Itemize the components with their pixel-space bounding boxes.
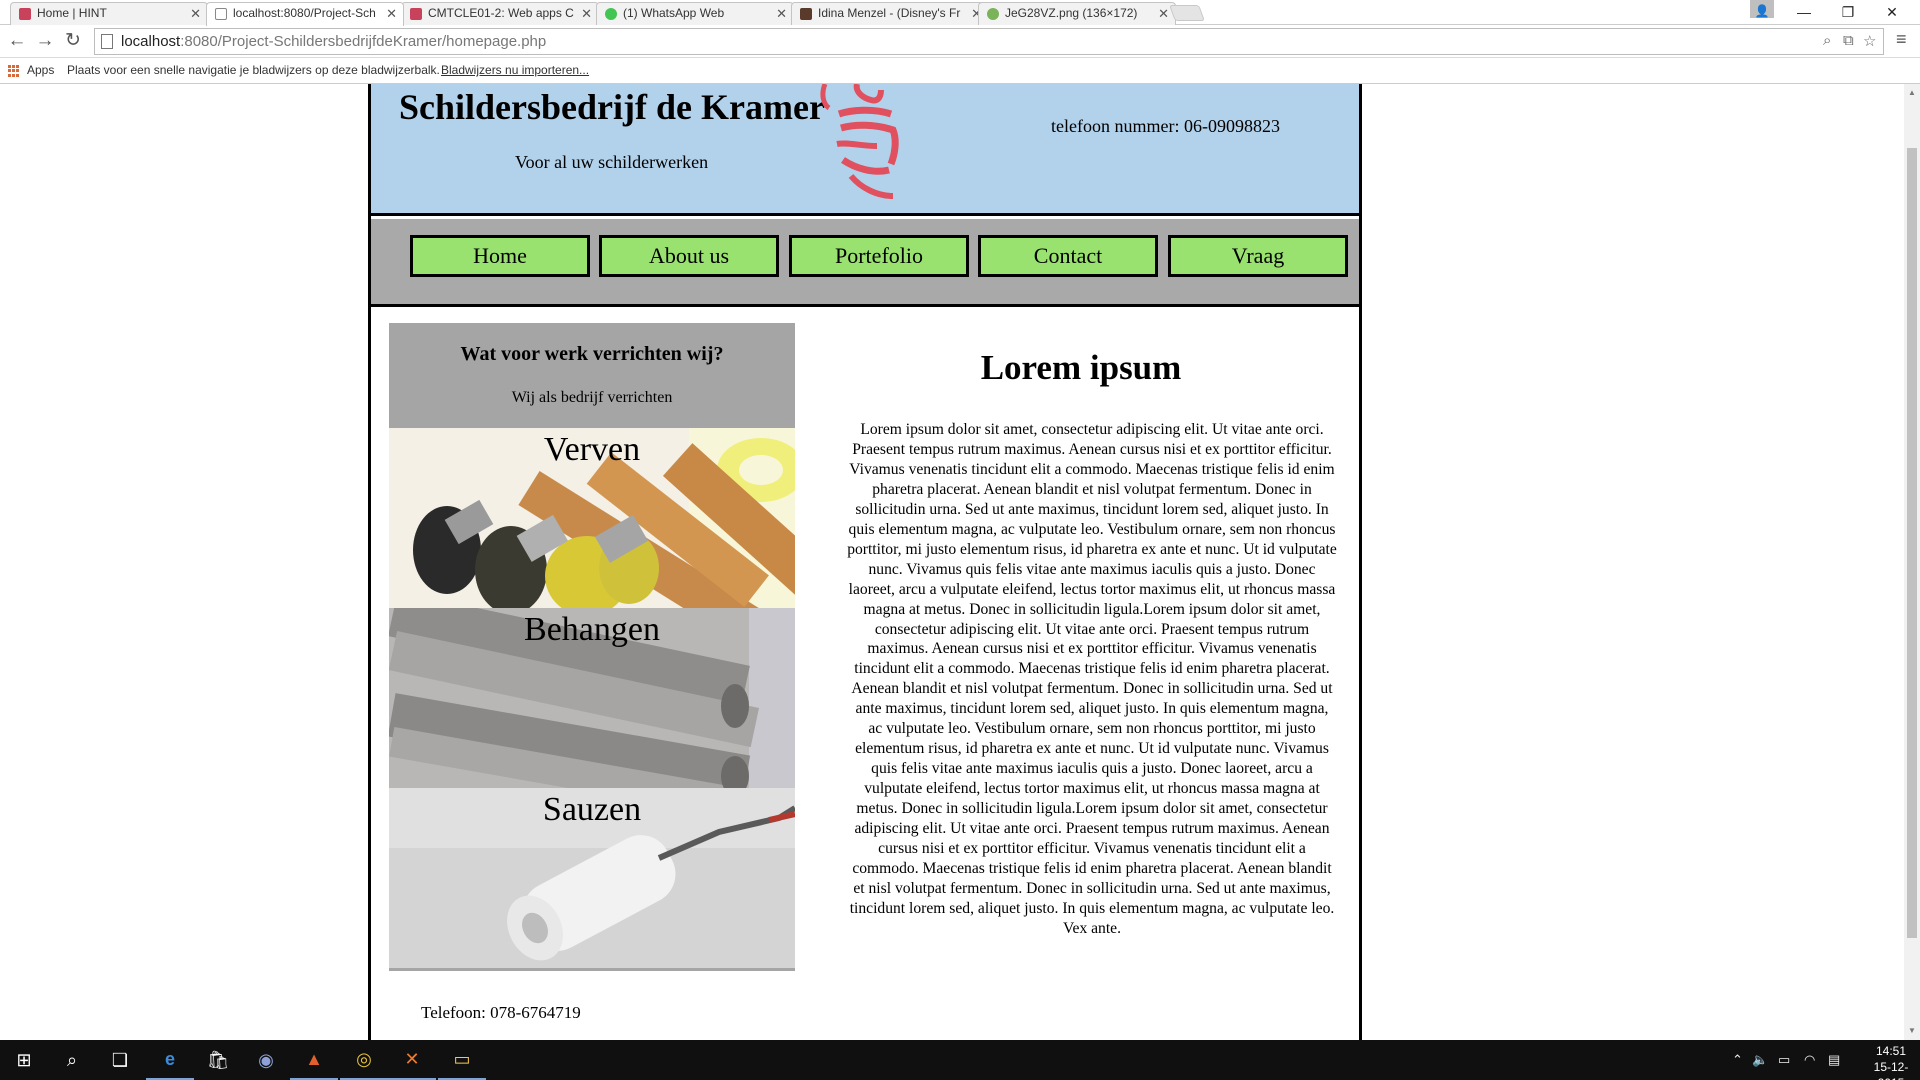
tab-title: Idina Menzel - (Disney's Fr (818, 6, 961, 20)
back-arrow-icon[interactable]: ← (4, 29, 30, 53)
restore-icon[interactable]: ❐ (1826, 0, 1870, 24)
service-behangen-panel: Behangen (389, 608, 795, 788)
site-title: Schildersbedrijf de Kramer (399, 87, 825, 127)
service-verven-label: Verven (543, 431, 641, 468)
close-icon[interactable]: ✕ (581, 3, 592, 24)
close-icon[interactable]: ✕ (190, 3, 201, 24)
services-heading: Wat voor werk verrichten wij? (460, 343, 724, 365)
tab-title: (1) WhatsApp Web (623, 6, 725, 20)
main-navigation: Home About us Portefolio Contact Vraag (371, 219, 1359, 307)
chrome-menu-icon[interactable]: ≡ (1896, 29, 1907, 50)
discord-icon[interactable]: ◉ (242, 1040, 290, 1080)
nav-vraag-button[interactable]: Vraag (1168, 235, 1348, 277)
scrollbar-thumb[interactable] (1907, 148, 1917, 938)
tab-title: JeG28VZ.png (136×172) (1005, 6, 1138, 20)
site-subtitle: Voor al uw schilderwerken (515, 152, 709, 172)
tray-chevron-icon[interactable]: ⌃ (1732, 1052, 1743, 1068)
minimize-icon[interactable]: — (1782, 0, 1826, 24)
zoom-search-icon[interactable]: ⌕ (1823, 32, 1831, 49)
url-host: localhost (121, 33, 181, 50)
nav-about-us-button[interactable]: About us (599, 235, 779, 277)
paint-brush-logo-icon (820, 84, 899, 199)
service-behangen-label: Behangen (524, 611, 660, 648)
close-window-icon[interactable]: ✕ (1870, 0, 1914, 24)
service-verven-panel: Verven (389, 428, 795, 608)
volume-icon[interactable]: 🔈 (1752, 1052, 1768, 1068)
chrome-icon[interactable]: ◎ (340, 1040, 388, 1080)
nav-home-button[interactable]: Home (410, 235, 590, 277)
page-scrollbar[interactable]: ▲ ▼ (1904, 84, 1920, 1040)
service-sauzen-label: Sauzen (542, 791, 642, 828)
whatsapp-icon (605, 8, 617, 20)
header-phone-number: telefoon nummer: 06-09098823 (1051, 116, 1280, 136)
nav-contact-button[interactable]: Contact (978, 235, 1158, 277)
notifications-icon[interactable]: ▤ (1828, 1052, 1840, 1068)
translate-icon[interactable]: ⧉ (1843, 32, 1854, 49)
tab-whatsapp[interactable]: (1) WhatsApp Web ✕ (596, 2, 794, 25)
tab-strip: Home | HINT ✕ localhost:8080/Project-Sch… (0, 0, 1920, 26)
tab-title: CMTCLE01-2: Web apps C (428, 6, 574, 20)
xampp-icon[interactable]: ✕ (388, 1040, 436, 1080)
page-viewport: Schildersbedrijf de Kramer Voor al uw sc… (0, 84, 1904, 1040)
main-heading: Lorem ipsum (980, 348, 1182, 387)
wifi-icon[interactable]: ◠ (1804, 1052, 1815, 1068)
url-path: :8080/Project-SchildersbedrijfdeKramer/h… (180, 33, 547, 50)
scroll-up-icon[interactable]: ▲ (1908, 88, 1916, 97)
metrolyrics-icon (800, 8, 812, 20)
services-sidebar: Wat voor werk verrichten wij? Wij als be… (389, 323, 795, 971)
tab-cmtcle[interactable]: CMTCLE01-2: Web apps C ✕ (401, 2, 599, 25)
task-view-icon[interactable]: ❏ (96, 1040, 144, 1080)
apps-grid-icon[interactable] (8, 65, 20, 77)
page-icon (101, 34, 113, 49)
main-body-text: Lorem ipsum dolor sit amet, consectetur … (847, 421, 1337, 937)
new-tab-button[interactable] (1169, 5, 1205, 21)
url-text[interactable]: localhost:8080/Project-Schildersbedrijfd… (121, 29, 546, 54)
file-explorer-icon[interactable]: ▭ (438, 1040, 486, 1080)
system-clock[interactable]: 14:51 15-12-2015 (1866, 1043, 1916, 1080)
nav-portefolio-button[interactable]: Portefolio (789, 235, 969, 277)
tab-idina-menzel[interactable]: Idina Menzel - (Disney's Fr ✕ (791, 2, 989, 25)
import-bookmarks-link[interactable]: Bladwijzers nu importeren... (441, 63, 589, 77)
store-icon[interactable]: 🛍 (194, 1040, 242, 1080)
scroll-down-icon[interactable]: ▼ (1908, 1026, 1916, 1035)
battery-icon[interactable]: ▭ (1778, 1052, 1790, 1068)
tab-localhost[interactable]: localhost:8080/Project-Sch ✕ (206, 2, 404, 26)
profile-avatar-icon[interactable]: 👤 (1750, 0, 1774, 18)
address-bar[interactable]: localhost:8080/Project-Schildersbedrijfd… (94, 28, 1884, 55)
close-icon[interactable]: ✕ (776, 3, 787, 24)
hint-favicon-icon (410, 8, 422, 20)
browser-toolbar: ← → ↻ localhost:8080/Project-Schildersbe… (0, 25, 1920, 58)
edge-browser-icon[interactable]: e (146, 1040, 194, 1080)
close-icon[interactable]: ✕ (1158, 3, 1169, 24)
services-intro: Wij als bedrijf verrichten (511, 389, 673, 406)
clock-time: 14:51 (1875, 1044, 1907, 1058)
bookmark-star-icon[interactable]: ☆ (1863, 32, 1876, 50)
image-favicon-icon (987, 8, 999, 20)
close-icon[interactable]: ✕ (386, 3, 397, 24)
bookmarks-bar: Apps Plaats voor een snelle navigatie je… (0, 58, 1920, 84)
forward-arrow-icon[interactable]: → (32, 29, 58, 53)
page-favicon-icon (215, 8, 227, 20)
search-icon[interactable]: ⌕ (48, 1040, 96, 1080)
footer-phone-number: Telefoon: 078-6764719 (421, 1003, 581, 1022)
service-sauzen-panel: Sauzen (389, 788, 795, 968)
tab-title: Home | HINT (37, 6, 107, 20)
tab-home-hint[interactable]: Home | HINT ✕ (10, 2, 208, 25)
apps-link[interactable]: Apps (27, 63, 54, 77)
site-header: Schildersbedrijf de Kramer Voor al uw sc… (371, 84, 1359, 216)
bookmarks-hint-text: Plaats voor een snelle navigatie je blad… (67, 63, 440, 77)
matlab-icon[interactable]: ▲ (290, 1040, 338, 1080)
windows-start-icon[interactable]: ⊞ (0, 1040, 48, 1080)
hint-favicon-icon (19, 8, 31, 20)
reload-icon[interactable]: ↻ (60, 29, 86, 53)
windows-taskbar: ⊞ ⌕ ❏ e 🛍 ◉ ▲ ◎ ✕ ▭ ⌃ 🔈 ▭ ◠ ▤ 14:51 15-1… (0, 1040, 1920, 1080)
tab-title: localhost:8080/Project-Sch (233, 6, 376, 20)
clock-date: 15-12-2015 (1873, 1060, 1909, 1080)
site-container: Schildersbedrijf de Kramer Voor al uw sc… (368, 84, 1362, 1040)
tab-image[interactable]: JeG28VZ.png (136×172) ✕ (978, 2, 1176, 25)
